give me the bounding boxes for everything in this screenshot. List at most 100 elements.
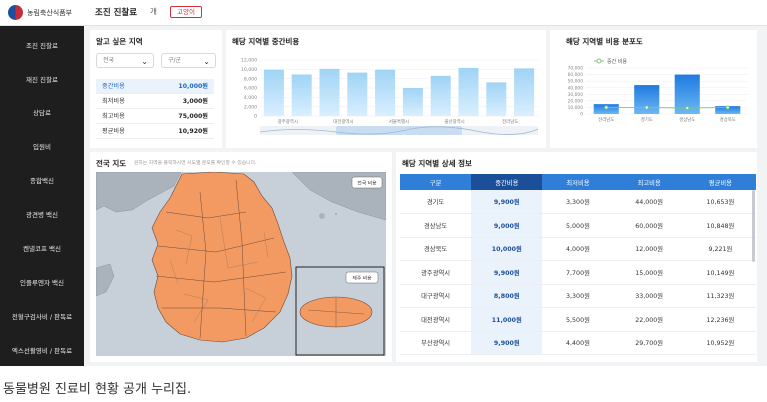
- table-cell: 9,000원: [471, 213, 543, 238]
- table-cell: 경상북도: [400, 237, 472, 261]
- table-cell: 29,700원: [613, 331, 685, 355]
- ulleungdo-island: [319, 213, 325, 219]
- sidebar-item-cbc-test[interactable]: 전혈구검사비 / 판독료: [0, 311, 84, 321]
- y-tick-label: 6,000: [244, 86, 257, 92]
- median-bar: [430, 75, 451, 116]
- y-tick-label: 20,000: [568, 98, 584, 104]
- sidebar-item-initial-exam[interactable]: 조진 진찰료: [0, 40, 84, 50]
- table-cell: 경상남도: [400, 213, 472, 238]
- col-header-min[interactable]: 최저비용: [542, 174, 614, 190]
- dokdo-island: [334, 212, 338, 216]
- table-cell: 9,221원: [684, 237, 756, 261]
- sidebar-item-followup-exam[interactable]: 재진 진찰료: [0, 74, 84, 84]
- stat-value: 10,920원: [178, 128, 208, 135]
- table-row[interactable]: 경상남도 9,000원 5,000원 60,000원 10,848원: [400, 213, 756, 238]
- sidebar-item-kennel-vaccine[interactable]: 켄넬코프 백신: [0, 243, 84, 253]
- org-name: 농림축산식품부: [27, 9, 73, 17]
- table-row[interactable]: 대전광역시 11,000원 5,500원 22,000원 12,236원: [400, 307, 756, 332]
- sidebar-item-combo-vaccine[interactable]: 종합백신: [0, 175, 84, 185]
- median-bar: [402, 88, 423, 116]
- stat-value: 75,000원: [178, 113, 208, 120]
- table-cell: 7,700원: [542, 260, 614, 285]
- table-cell: 22,000원: [613, 307, 685, 332]
- legend-label: 중간 비용: [607, 58, 627, 65]
- median-bar: [375, 69, 396, 116]
- col-header-region[interactable]: 구분: [400, 174, 472, 190]
- stat-median[interactable]: 중간비용 10,000원: [96, 79, 214, 94]
- table-row[interactable]: 경기도 9,900원 3,300원 44,000원 10,653원: [400, 190, 756, 214]
- cost-stats-list: 중간비용 10,000원 최저비용 3,000원 최고비용 75,000원 평균비용 1…: [96, 79, 214, 139]
- national-cost-button-label: 전국 비용: [357, 180, 377, 187]
- median-point: [644, 105, 649, 110]
- table-cell: 10,149원: [684, 260, 756, 285]
- table-cell: 60,000원: [613, 213, 685, 238]
- figure-caption: 동물병원 진료비 현황 공개 누리집.: [3, 382, 192, 397]
- province-select[interactable]: 전국 ⌄: [96, 53, 154, 68]
- table-row[interactable]: 대구광역시 8,800원 3,300원 33,000원 11,323원: [400, 284, 756, 308]
- cat-tab-badge[interactable]: 고양이: [170, 6, 202, 18]
- government-logo-icon: [8, 5, 23, 20]
- x-tick-label: 경상북도: [720, 116, 736, 123]
- dist-bar: [634, 85, 660, 114]
- table-row[interactable]: 경상북도 10,000원 4,000원 12,000원 9,221원: [400, 237, 756, 261]
- x-tick-label: 경기도: [641, 116, 653, 123]
- y-tick-label: 50,000: [568, 79, 584, 85]
- median-bar: [514, 68, 535, 116]
- table-cell: 15,000원: [613, 260, 685, 285]
- sidebar-item-flu-vaccine[interactable]: 인플루엔자 백신: [0, 277, 84, 287]
- sidebar-item-xray[interactable]: 엑스선촬영비 / 판독료: [0, 345, 84, 355]
- sidebar-item-rabies-vaccine[interactable]: 광견병 백신: [0, 209, 84, 219]
- stat-label: 최저비용: [102, 98, 125, 105]
- median-bar: [347, 72, 368, 116]
- y-tick-label: 60,000: [568, 72, 584, 78]
- table-cell: 10,952원: [684, 331, 756, 355]
- median-chart-title: 해당 지역별 중간비용: [232, 37, 300, 46]
- detail-table: 구분 중간비용 최저비용 최고비용 평균비용 경기도 9,900원 3,300원 44…: [400, 174, 756, 355]
- y-tick-label: 70,000: [568, 66, 584, 72]
- jeju-cost-label: 제주 비용: [352, 275, 372, 282]
- col-header-avg[interactable]: 평균비용: [684, 174, 756, 190]
- table-cell: 4,400원: [542, 331, 614, 355]
- y-tick-label: 0: [580, 112, 583, 118]
- stat-label: 최고비용: [102, 113, 125, 120]
- x-tick-label: 서울특별시: [389, 118, 409, 125]
- table-cell: 11,323원: [684, 284, 756, 308]
- y-tick-label: 8,000: [244, 76, 257, 82]
- x-tick-label: 광주광역시: [278, 118, 298, 125]
- col-header-median[interactable]: 중간비용: [471, 174, 543, 190]
- dog-tab[interactable]: 개: [150, 6, 162, 17]
- korea-map[interactable]: 전국 비용 제주 비용: [96, 172, 386, 356]
- col-header-max[interactable]: 최고비용: [613, 174, 685, 190]
- chart-legend: 중간 비용: [594, 58, 627, 65]
- y-tick-label: 40,000: [568, 85, 584, 91]
- table-cell: 9,900원: [471, 190, 543, 214]
- stat-max[interactable]: 최고비용 75,000원: [96, 109, 214, 124]
- median-point: [604, 105, 609, 110]
- table-cell: 44,000원: [613, 190, 685, 214]
- table-scrollbar[interactable]: [752, 190, 755, 262]
- median-bar: [263, 69, 284, 116]
- y-tick-label: 12,000: [241, 58, 257, 64]
- sidebar-item-consultation[interactable]: 상담료: [0, 107, 84, 117]
- table-row[interactable]: 부산광역시 9,900원 4,400원 29,700원 10,952원: [400, 331, 756, 355]
- median-bar: [486, 82, 507, 116]
- y-tick-label: 4,000: [244, 95, 257, 101]
- table-cell: 대전광역시: [400, 307, 472, 332]
- table-cell: 부산광역시: [400, 331, 472, 355]
- district-select[interactable]: 구/군 ⌄: [161, 53, 216, 68]
- table-row[interactable]: 광주광역시 9,900원 7,700원 15,000원 10,149원: [400, 260, 756, 285]
- stat-average[interactable]: 평균비용 10,920원: [96, 124, 214, 139]
- table-cell: 12,000원: [613, 237, 685, 261]
- y-tick-label: 0: [254, 114, 257, 120]
- stat-value: 3,000원: [182, 98, 208, 105]
- stat-min[interactable]: 최저비용 3,000원: [96, 94, 214, 109]
- table-cell: 경기도: [400, 190, 472, 214]
- detail-table-viewport[interactable]: 구분 중간비용 최저비용 최고비용 평균비용 경기도 9,900원 3,300원 44…: [396, 152, 757, 362]
- table-cell: 12,236원: [684, 307, 756, 332]
- median-line: [606, 106, 728, 109]
- x-tick-label: 전라남도: [598, 116, 614, 123]
- chevron-down-icon: ⌄: [141, 57, 148, 66]
- y-tick-label: 2,000: [244, 104, 257, 110]
- median-bar: [458, 67, 479, 116]
- sidebar-item-hospitalization[interactable]: 입원비: [0, 141, 84, 151]
